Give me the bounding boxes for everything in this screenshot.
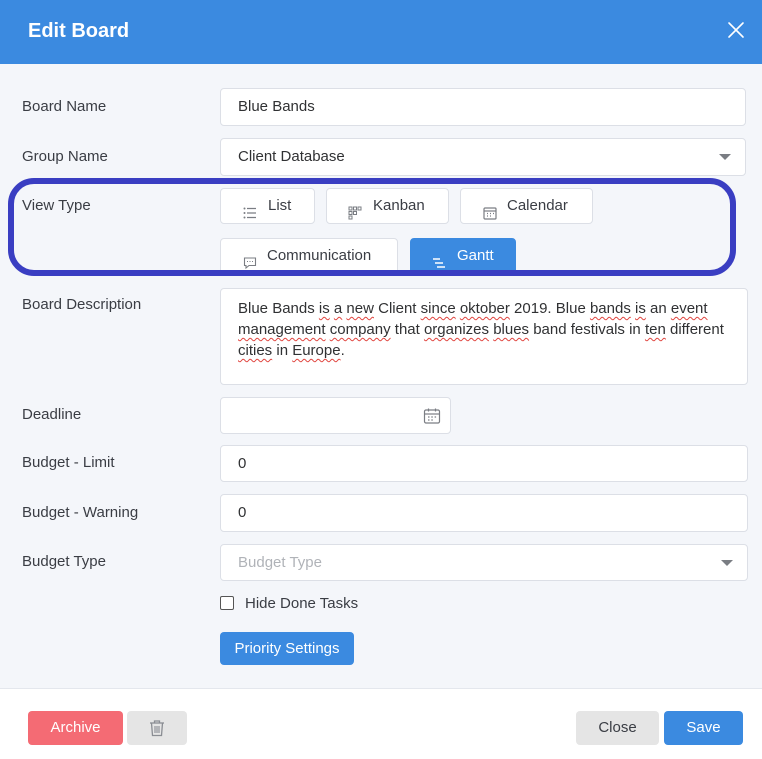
close-icon[interactable]: [724, 18, 748, 42]
group-name-label: Group Name: [22, 148, 108, 165]
delete-button[interactable]: [127, 711, 187, 745]
board-description-textarea[interactable]: Blue Bands is a new Client since oktober…: [220, 288, 748, 385]
deadline-label: Deadline: [22, 406, 82, 423]
budget-limit-input[interactable]: 0: [220, 445, 748, 482]
chevron-down-icon: [721, 560, 733, 566]
dialog-header: Edit Board: [0, 0, 762, 64]
budget-warning-label: Budget - Warning: [22, 504, 139, 521]
trash-icon: [149, 719, 165, 741]
save-button[interactable]: Save: [664, 711, 743, 745]
deadline-input[interactable]: [220, 397, 451, 434]
board-description-label: Board Description: [22, 296, 142, 313]
budget-type-select[interactable]: Budget Type: [220, 544, 748, 581]
budget-type-placeholder: Budget Type: [238, 554, 322, 571]
board-name-input[interactable]: Blue Bands: [220, 88, 746, 126]
group-name-value: Client Database: [238, 148, 345, 165]
group-name-select[interactable]: Client Database: [220, 138, 746, 176]
dialog-title: Edit Board: [28, 20, 130, 42]
priority-settings-button[interactable]: Priority Settings: [220, 632, 354, 665]
calendar-icon[interactable]: [423, 407, 441, 425]
close-button[interactable]: Close: [576, 711, 659, 745]
chevron-down-icon: [719, 154, 731, 160]
budget-warning-input[interactable]: 0: [220, 494, 748, 532]
board-description-text: Blue Bands is a new Client since oktober…: [238, 300, 724, 359]
hide-done-tasks-checkbox[interactable]: [220, 596, 234, 610]
budget-limit-label: Budget - Limit: [22, 454, 115, 471]
board-name-label: Board Name: [22, 98, 107, 115]
budget-type-label: Budget Type: [22, 553, 106, 570]
hide-done-tasks-label[interactable]: Hide Done Tasks: [245, 595, 358, 613]
view-type-highlight: [8, 178, 736, 276]
archive-button[interactable]: Archive: [28, 711, 123, 745]
